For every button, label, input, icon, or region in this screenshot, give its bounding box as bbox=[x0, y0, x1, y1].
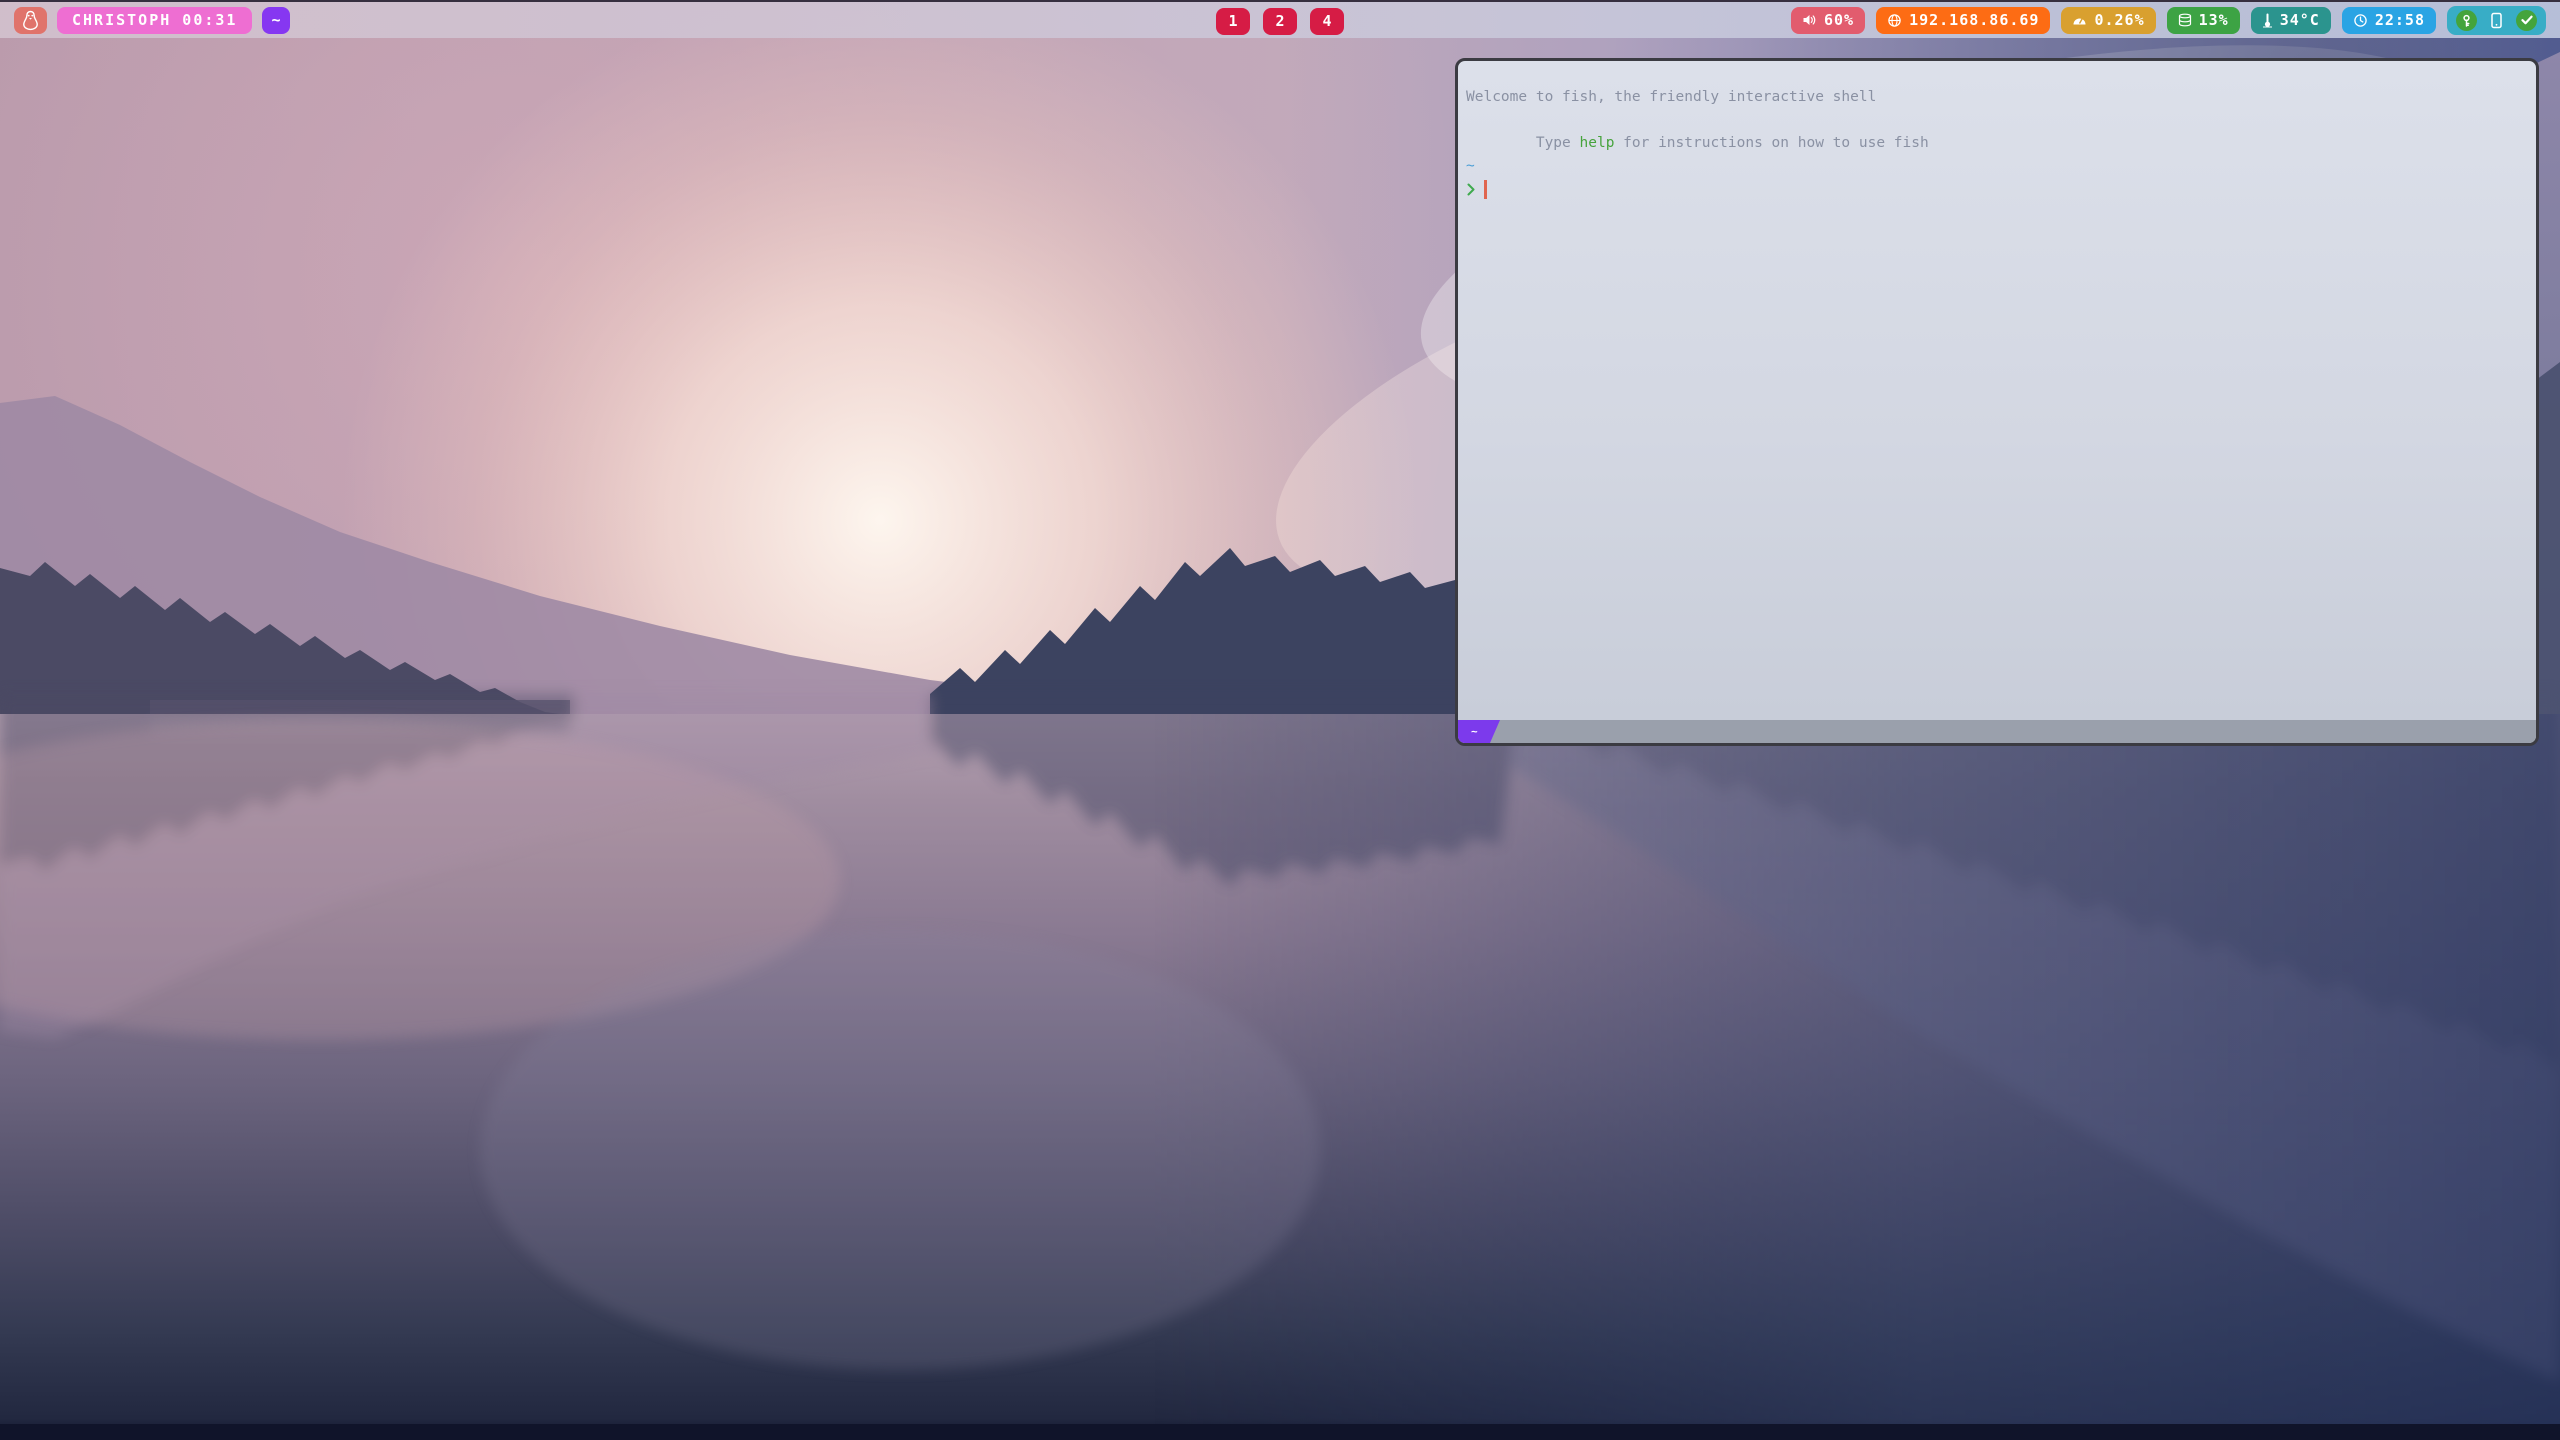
terminal-statusbar: ~ bbox=[1458, 720, 2536, 743]
help-line-suffix: for instructions on how to use fish bbox=[1614, 135, 1928, 151]
layers-icon bbox=[2178, 13, 2192, 27]
tux-icon bbox=[21, 10, 40, 31]
workspace-button-4[interactable]: 4 bbox=[1310, 8, 1344, 35]
memory-label: 13% bbox=[2199, 11, 2229, 29]
volume-badge[interactable]: 60% bbox=[1791, 7, 1865, 34]
user-badge: CHRISTOPH 00:31 bbox=[57, 7, 252, 34]
welcome-line: Welcome to fish, the friendly interactiv… bbox=[1466, 86, 2526, 109]
temperature-badge[interactable]: 34°C bbox=[2251, 7, 2331, 34]
statusbar-path-segment: ~ bbox=[1458, 720, 1500, 743]
taskbar-status-group: 60% 192.168.86.69 bbox=[1791, 6, 2546, 35]
globe-icon bbox=[1887, 13, 1902, 28]
system-tray bbox=[2447, 6, 2546, 35]
workspace-switcher: 1 2 4 bbox=[1216, 4, 1344, 38]
distro-badge[interactable] bbox=[14, 7, 47, 34]
workspace-button-2[interactable]: 2 bbox=[1263, 8, 1297, 35]
tray-check-button[interactable] bbox=[2516, 10, 2537, 31]
path-badge-label: ~ bbox=[271, 11, 281, 29]
speaker-icon bbox=[1802, 13, 1817, 27]
workspace-label: 2 bbox=[1275, 12, 1284, 30]
smartphone-icon bbox=[2490, 12, 2503, 29]
memory-badge[interactable]: 13% bbox=[2167, 7, 2240, 34]
help-keyword: help bbox=[1580, 135, 1615, 151]
workspace-label: 1 bbox=[1228, 12, 1237, 30]
cwd-line: ~ bbox=[1466, 155, 2526, 178]
temperature-label: 34°C bbox=[2280, 11, 2320, 29]
workspace-label: 4 bbox=[1322, 12, 1331, 30]
taskbar: CHRISTOPH 00:31 ~ 1 2 4 bbox=[0, 0, 2560, 38]
tray-key-button[interactable] bbox=[2456, 10, 2477, 31]
cpu-label: 0.26% bbox=[2094, 11, 2144, 29]
network-badge[interactable]: 192.168.86.69 bbox=[1876, 7, 2050, 34]
help-line: Type help for instructions on how to use… bbox=[1466, 109, 2526, 132]
prompt-chevron-icon bbox=[1466, 182, 1476, 197]
gauge-icon bbox=[2072, 14, 2087, 26]
check-icon bbox=[2521, 15, 2533, 25]
terminal-cursor bbox=[1484, 180, 1487, 199]
help-line-prefix: Type bbox=[1536, 135, 1580, 151]
key-icon bbox=[2460, 14, 2473, 27]
desktop: CHRISTOPH 00:31 ~ 1 2 4 bbox=[0, 0, 2560, 1440]
prompt-line bbox=[1466, 178, 2526, 201]
terminal-output[interactable]: Welcome to fish, the friendly interactiv… bbox=[1458, 61, 2536, 720]
thermometer-icon bbox=[2262, 13, 2273, 28]
network-label: 192.168.86.69 bbox=[1909, 11, 2039, 29]
statusbar-path-label: ~ bbox=[1471, 725, 1478, 738]
workspace-button-1[interactable]: 1 bbox=[1216, 8, 1250, 35]
cpu-badge[interactable]: 0.26% bbox=[2061, 7, 2155, 34]
clock-icon bbox=[2353, 13, 2368, 28]
taskbar-left-group: CHRISTOPH 00:31 ~ bbox=[14, 7, 290, 34]
tray-phone-button[interactable] bbox=[2486, 10, 2507, 31]
terminal-window[interactable]: Welcome to fish, the friendly interactiv… bbox=[1455, 58, 2539, 746]
user-badge-label: CHRISTOPH 00:31 bbox=[72, 11, 237, 29]
clock-label: 22:58 bbox=[2375, 11, 2425, 29]
volume-label: 60% bbox=[1824, 11, 1854, 29]
clock-badge[interactable]: 22:58 bbox=[2342, 7, 2436, 34]
path-badge: ~ bbox=[262, 7, 290, 34]
